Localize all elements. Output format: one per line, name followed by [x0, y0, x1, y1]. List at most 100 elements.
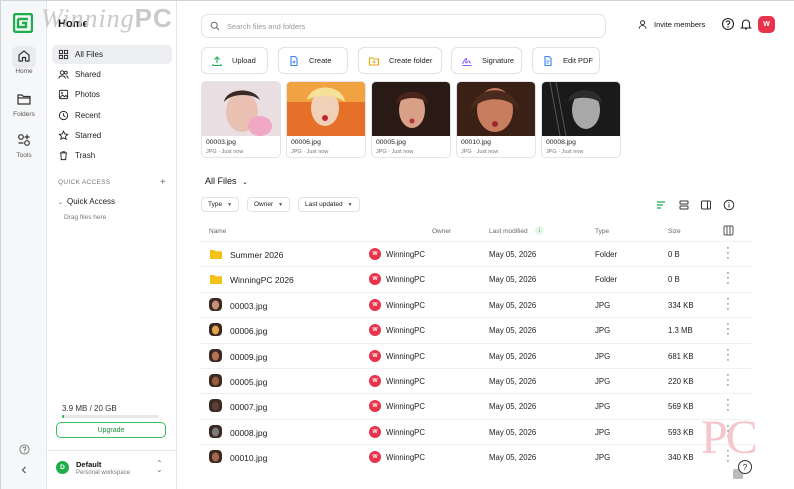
- last-updated-filter[interactable]: Last updated ▼: [298, 197, 360, 212]
- recent-file-name: 00003.jpg: [206, 139, 236, 146]
- rail-item-home[interactable]: Home: [1, 46, 47, 75]
- recent-file-card[interactable]: 00008.jpg JPG · Just now: [541, 81, 621, 158]
- table-row[interactable]: 00007.jpg W WinningPC May 05, 2026 JPG 569 KB…: [201, 393, 751, 418]
- recent-file-card[interactable]: 00005.jpg JPG · Just now: [371, 81, 451, 158]
- floating-help-icon[interactable]: ?: [738, 460, 752, 474]
- create-button[interactable]: Create: [278, 47, 348, 74]
- add-quick-access-icon[interactable]: +: [160, 177, 166, 188]
- file-size: 593 KB: [668, 427, 694, 437]
- recent-file-meta: JPG · Just now: [546, 149, 584, 155]
- file-size: 0 B: [668, 275, 680, 285]
- sidebar-item-label: Photos: [75, 90, 100, 99]
- table-row[interactable]: 00009.jpg W WinningPC May 05, 2026 JPG 681 KB…: [201, 342, 751, 368]
- type-filter[interactable]: Type ▼: [201, 197, 240, 212]
- file-size: 220 KB: [668, 377, 694, 386]
- owner-filter[interactable]: Owner ▼: [247, 197, 291, 212]
- more-options-icon[interactable]: · · ·: [725, 243, 731, 264]
- file-size: 0 B: [668, 250, 680, 259]
- more-options-icon[interactable]: · · ·: [725, 344, 731, 365]
- sidebar-item-recent[interactable]: Recent: [52, 106, 172, 125]
- panel-view-icon[interactable]: [700, 199, 712, 211]
- sidebar: Home All Files Shared Photos Recent Star…: [47, 1, 177, 489]
- info-icon[interactable]: [723, 199, 735, 211]
- file-modified-date: May 05, 2026: [489, 402, 537, 412]
- type-filter-label: Type: [208, 201, 223, 208]
- upgrade-button[interactable]: Upgrade: [56, 422, 166, 438]
- sidebar-item-label: Starred: [75, 131, 102, 140]
- rail-label-folders: Folders: [13, 111, 35, 118]
- quick-access-label: Quick Access: [67, 197, 116, 206]
- storage-progress-fill: [62, 415, 64, 418]
- workspace-switcher[interactable]: D Default Personal workspace ⌃ ⌄: [47, 450, 177, 489]
- recent-file-meta: JPG · Just now: [291, 149, 329, 155]
- table-row[interactable]: Summer 2026 W WinningPC May 05, 2026 Folder 0…: [201, 241, 751, 266]
- recent-file-meta: JPG · Just now: [376, 149, 414, 155]
- file-owner: WinningPC: [386, 427, 425, 437]
- file-modified-date: May 05, 2026: [489, 250, 537, 259]
- upload-label: Upload: [232, 56, 256, 65]
- table-row[interactable]: 00010.jpg W WinningPC May 05, 2026 JPG 340 KB…: [201, 444, 751, 469]
- column-header-size[interactable]: Size: [668, 228, 681, 235]
- watermark-suffix: PC: [134, 3, 173, 33]
- photo-thumbnail: [372, 82, 450, 136]
- column-header-type[interactable]: Type: [595, 228, 609, 235]
- owner-avatar: W: [369, 273, 381, 286]
- recent-file-card[interactable]: 00003.jpg JPG · Just now: [201, 81, 281, 158]
- collapse-chevron-icon[interactable]: [1, 465, 47, 478]
- rail-item-tools[interactable]: Tools: [1, 130, 47, 159]
- sidebar-item-label: Trash: [75, 151, 96, 160]
- file-modified-date: May 05, 2026: [489, 377, 537, 386]
- columns-settings-icon[interactable]: [723, 225, 734, 238]
- sort-lines-icon[interactable]: [655, 199, 667, 211]
- more-options-icon[interactable]: · · ·: [725, 293, 731, 314]
- more-options-icon[interactable]: · · ·: [725, 319, 731, 340]
- file-modified-date: May 05, 2026: [489, 351, 537, 361]
- photo-thumbnail: [542, 82, 620, 137]
- create-folder-button[interactable]: Create folder: [358, 47, 442, 74]
- edit-pdf-button[interactable]: Edit PDF: [532, 47, 600, 74]
- edit-pdf-label: Edit PDF: [563, 56, 594, 65]
- more-options-icon[interactable]: · · ·: [725, 370, 731, 391]
- file-name: 00010.jpg: [230, 453, 268, 464]
- invite-members-button[interactable]: Invite members: [638, 19, 705, 30]
- file-name: Summer 2026: [230, 250, 284, 260]
- table-row[interactable]: WinningPC 2026 W WinningPC May 05, 2026 Fold…: [201, 266, 751, 291]
- signature-icon: [460, 54, 474, 68]
- last-updated-filter-label: Last updated: [305, 201, 343, 208]
- sort-down-arrow-icon[interactable]: ↓: [535, 226, 544, 235]
- column-header-name[interactable]: Name: [209, 228, 226, 235]
- sidebar-item-trash[interactable]: Trash: [52, 146, 172, 165]
- user-plus-icon: [638, 20, 647, 29]
- upload-button[interactable]: Upload: [201, 47, 268, 74]
- file-type: JPG: [595, 377, 611, 386]
- table-row[interactable]: 00005.jpg W WinningPC May 05, 2026 JPG 220 KB…: [201, 368, 751, 393]
- chevron-down-icon: ▼: [347, 201, 353, 208]
- list-view-icon[interactable]: [678, 199, 690, 211]
- all-files-dropdown[interactable]: All Files ⌄: [205, 176, 248, 186]
- table-row[interactable]: 00006.jpg W WinningPC May 05, 2026 JPG 1.3 MB…: [201, 317, 751, 342]
- bell-icon[interactable]: [739, 17, 753, 31]
- sidebar-item-shared[interactable]: Shared: [52, 65, 172, 84]
- quick-access-heading: QUICK ACCESS +: [58, 177, 166, 188]
- user-avatar[interactable]: W: [758, 16, 775, 33]
- search-input[interactable]: Search files and folders: [201, 14, 606, 38]
- column-header-owner[interactable]: Owner: [432, 228, 451, 235]
- sidebar-item-all-files[interactable]: All Files: [52, 45, 172, 64]
- file-size: 334 KB: [668, 300, 694, 310]
- help-icon[interactable]: [721, 17, 735, 31]
- column-header-last-modified[interactable]: Last modified: [489, 228, 528, 235]
- sidebar-item-photos[interactable]: Photos: [52, 85, 172, 104]
- table-row[interactable]: 00008.jpg W WinningPC May 05, 2026 JPG 593 KB…: [201, 418, 751, 444]
- recent-file-card[interactable]: 00006.jpg JPG · Just now: [286, 81, 366, 158]
- recent-file-name: 00008.jpg: [546, 139, 576, 146]
- more-options-icon[interactable]: · · ·: [725, 268, 731, 289]
- owner-filter-label: Owner: [254, 201, 274, 208]
- table-row[interactable]: 00003.jpg W WinningPC May 05, 2026 JPG 334 KB…: [201, 291, 751, 317]
- help-icon[interactable]: [1, 444, 47, 458]
- file-owner: WinningPC: [386, 402, 425, 412]
- recent-file-card[interactable]: 00010.jpg JPG · Just now: [456, 81, 536, 158]
- quick-access-toggle[interactable]: ⌄ Quick Access: [58, 197, 115, 206]
- rail-item-folders[interactable]: Folders: [1, 89, 47, 118]
- signature-button[interactable]: Signature: [451, 47, 522, 74]
- sidebar-item-starred[interactable]: Starred: [52, 126, 172, 145]
